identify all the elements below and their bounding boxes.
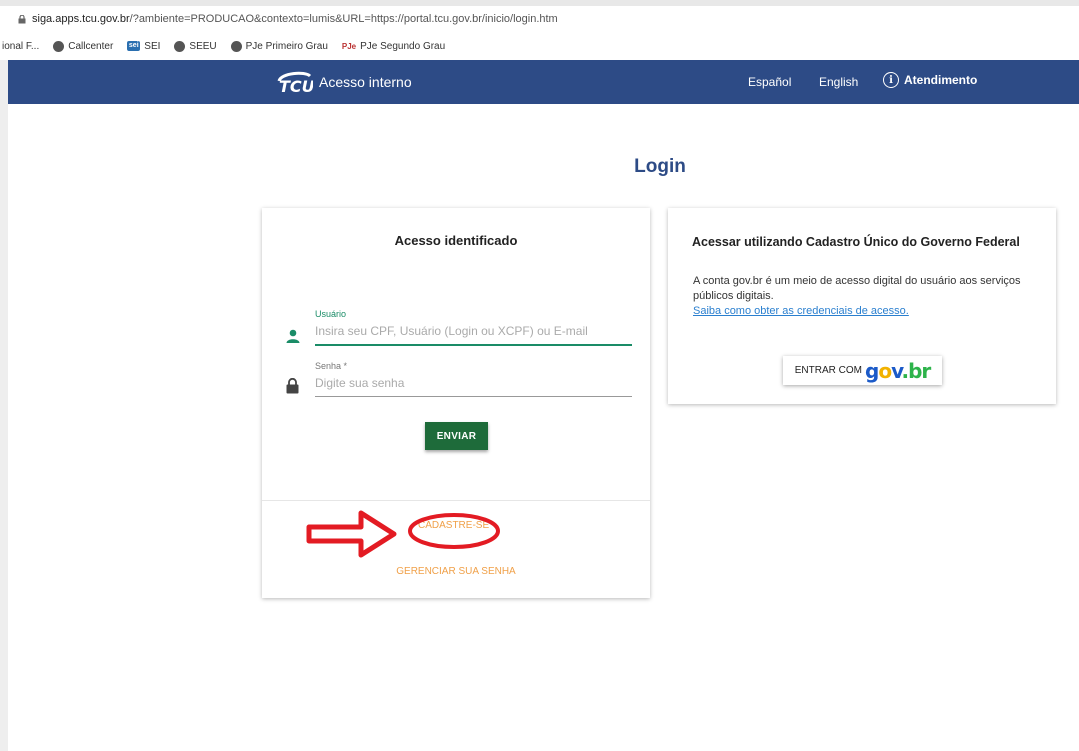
nav-english[interactable]: English <box>819 75 858 89</box>
app-header: TCU Acesso interno Español English i Ate… <box>8 60 1079 104</box>
tcu-logo-icon: TCU <box>277 71 313 95</box>
divider <box>262 500 650 501</box>
nav-atendimento-label: Atendimento <box>904 73 978 87</box>
page-title: Login <box>634 156 686 177</box>
bookmark-pje-1[interactable]: PJe Primeiro Grau <box>230 40 328 52</box>
globe-icon <box>230 40 242 52</box>
password-label: Senha * <box>315 361 348 371</box>
govbr-logo: gov.br <box>864 358 931 383</box>
nav-atendimento[interactable]: i Atendimento <box>883 72 977 88</box>
user-field: Usuário <box>315 309 632 346</box>
globe-icon <box>174 40 186 52</box>
bookmark-sei[interactable]: sei SEI <box>127 41 160 52</box>
register-link[interactable]: CADASTRE-SE <box>418 520 489 531</box>
url-host: siga.apps.tcu.gov.br <box>32 13 130 25</box>
lock-icon <box>286 378 299 394</box>
left-strip <box>0 60 8 751</box>
nav-espanol[interactable]: Español <box>748 75 791 89</box>
address-bar[interactable]: siga.apps.tcu.gov.br/?ambiente=PRODUCAO&… <box>0 0 1079 32</box>
bookmark-seeu[interactable]: SEEU <box>174 40 217 52</box>
login-card-title: Acesso identificado <box>394 233 518 248</box>
user-label: Usuário <box>315 309 347 319</box>
sei-icon: sei <box>127 41 141 51</box>
bookmark-item[interactable]: ional F... <box>2 41 39 52</box>
svg-text:TCU: TCU <box>279 77 313 95</box>
brand[interactable]: TCU Acesso interno <box>275 60 412 104</box>
bookmark-callcenter[interactable]: Callcenter <box>53 40 113 52</box>
globe-icon <box>53 40 65 52</box>
govbr-button-label: ENTRAR COM <box>794 365 862 376</box>
lock-icon <box>18 14 26 23</box>
bookmark-pje-2[interactable]: PJe PJe Segundo Grau <box>342 41 445 52</box>
password-field: Senha * <box>315 361 632 397</box>
govbr-description: A conta gov.br é um meio de acesso digit… <box>693 275 1021 302</box>
bookmarks-bar: ional F... Callcenter sei SEI SEEU PJe Pr… <box>0 32 1079 60</box>
credentials-link[interactable]: Saiba como obter as credenciais de acess… <box>693 305 909 317</box>
pje-icon: PJe <box>341 41 357 51</box>
url-path: /?ambiente=PRODUCAO&contexto=lumis&URL=h… <box>129 13 558 25</box>
govbr-login-button[interactable]: ENTRAR COM gov.br <box>783 356 942 385</box>
login-card: Acesso identificado Usuário Senha * ENVI… <box>262 208 650 598</box>
manage-password-link[interactable]: GERENCIAR SUA SENHA <box>262 566 650 577</box>
brand-text: Acesso interno <box>319 74 412 90</box>
info-icon: i <box>883 72 899 88</box>
user-input[interactable] <box>315 319 632 346</box>
govbr-card-title: Acessar utilizando Cadastro Único do Gov… <box>692 235 1020 249</box>
password-input[interactable] <box>315 371 632 397</box>
submit-button[interactable]: ENVIAR <box>425 422 488 450</box>
user-icon <box>286 329 300 343</box>
govbr-card: Acessar utilizando Cadastro Único do Gov… <box>668 208 1056 404</box>
